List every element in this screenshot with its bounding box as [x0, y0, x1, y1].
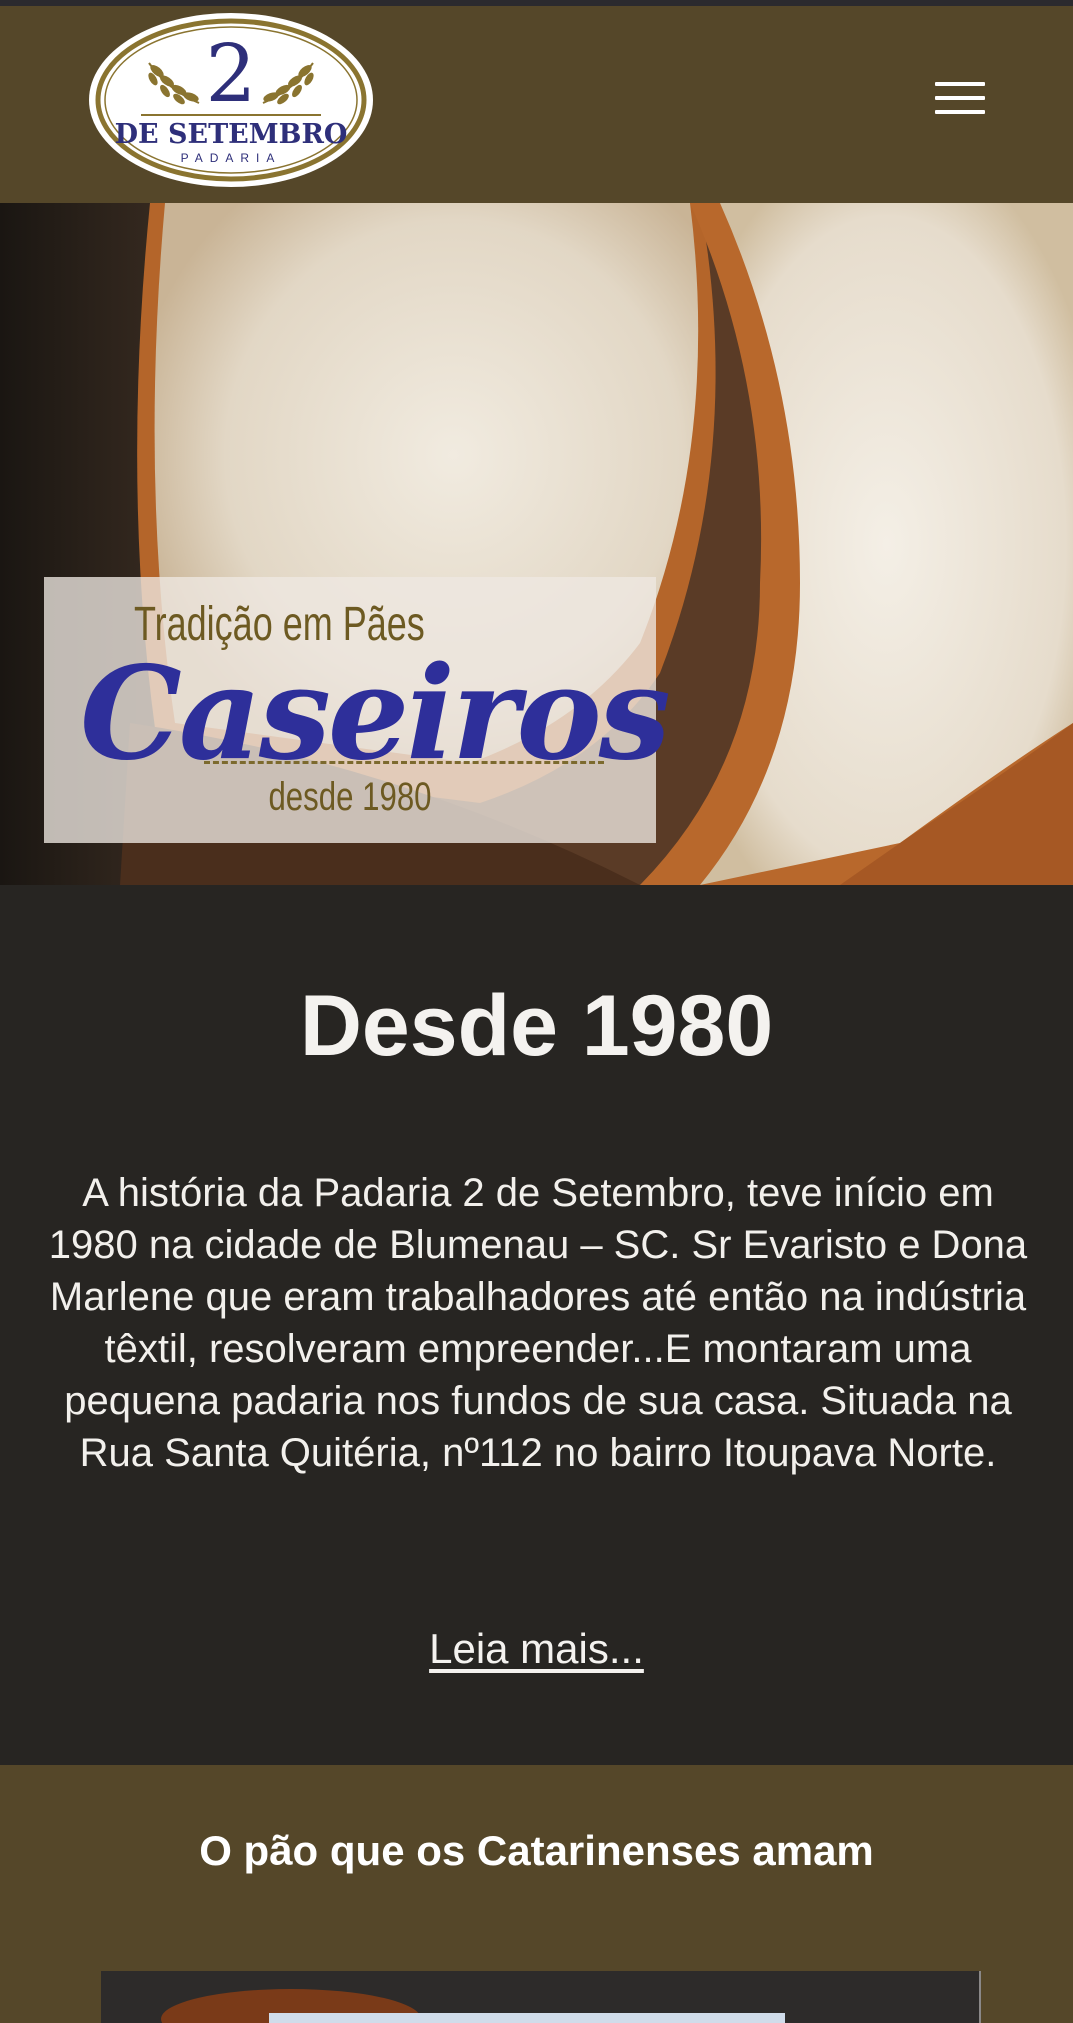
logo-line1: DE SETEMBRO	[115, 119, 348, 150]
logo-number: 2	[206, 27, 257, 120]
products-title: O pão que os Catarinenses amam	[199, 1827, 874, 1874]
banner-line2: Caseiros	[80, 639, 671, 789]
card-edge	[979, 1971, 981, 2023]
banner-divider	[204, 761, 604, 764]
read-more-link[interactable]: Leia mais...	[0, 1625, 1073, 1673]
about-title: Desde 1980	[299, 978, 774, 1074]
logo-line2: PADARIA	[181, 151, 282, 165]
tradition-banner: Tradição em Pães Caseiros desde 1980	[44, 577, 671, 843]
about-text: A história da Padaria 2 de Setembro, tev…	[48, 1171, 1028, 1475]
logo-emblem: 2 DE SETEMBRO PADARIA	[89, 13, 373, 187]
about-section: Desde 1980 A história da Padaria 2 de Se…	[0, 885, 1073, 1765]
site-header: 2 DE SETEMBRO PADARIA	[0, 6, 1073, 203]
products-section: O pão que os Catarinenses amam	[0, 1765, 1073, 2023]
image-overlay-bar	[269, 2013, 785, 2023]
padaria-logo[interactable]: 2 DE SETEMBRO PADARIA	[87, 11, 375, 189]
product-image-card[interactable]	[101, 1971, 981, 2023]
hero-banner: Tradição em Pães Caseiros desde 1980	[0, 203, 1073, 885]
banner-line3: desde 1980	[268, 775, 432, 819]
hamburger-menu-icon[interactable]	[930, 82, 990, 126]
